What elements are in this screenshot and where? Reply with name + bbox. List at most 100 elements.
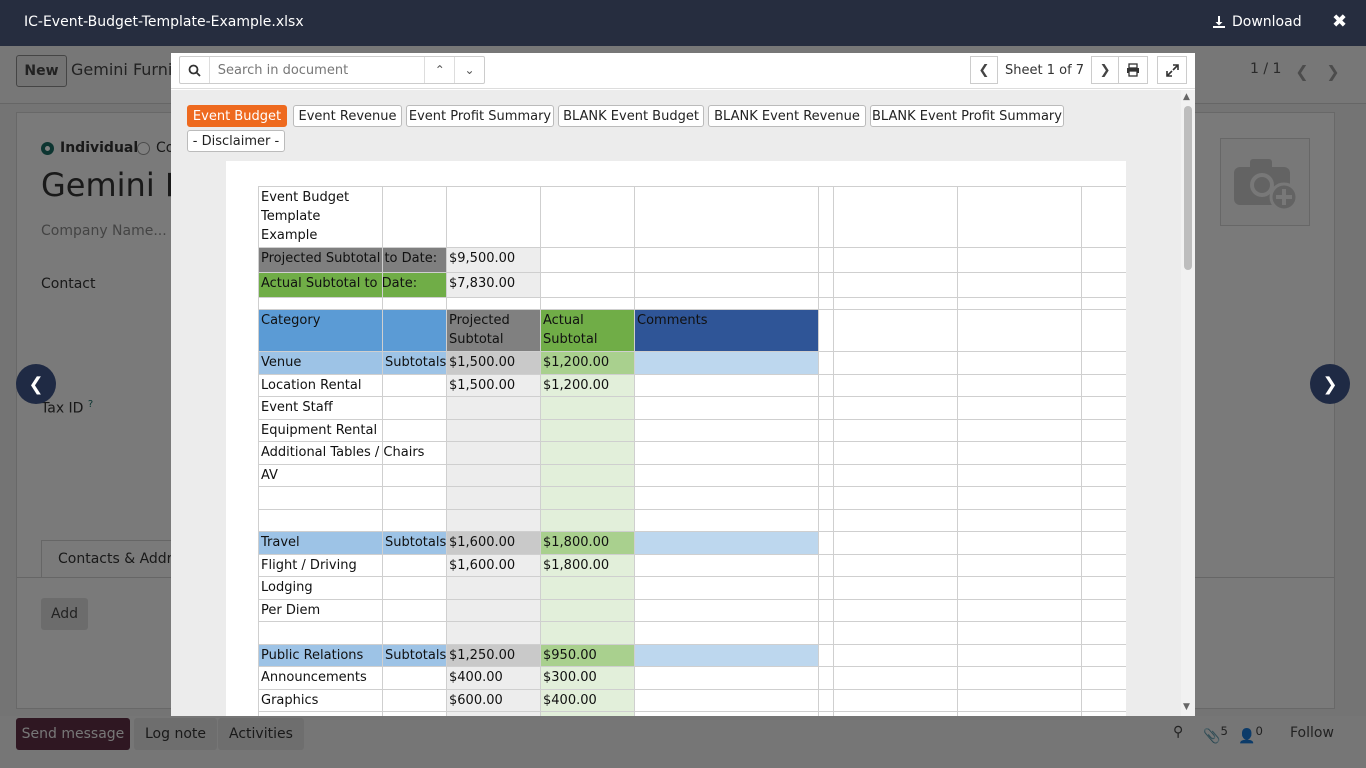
item-name[interactable]: Event Staff (258, 396, 446, 419)
item-actual[interactable]: $400.00 (540, 688, 634, 711)
item-actual[interactable] (540, 463, 634, 486)
subtotals-label[interactable]: Subtotals (382, 643, 446, 666)
fullscreen-icon[interactable] (1157, 56, 1187, 84)
file-name: IC-Event-Budget-Template-Example.xlsx (24, 14, 304, 30)
comments-header[interactable]: Comments (634, 309, 818, 351)
item-projected[interactable] (446, 441, 540, 464)
section-projected[interactable]: $1,250.00 (446, 643, 540, 666)
section-name[interactable]: Travel (258, 531, 382, 554)
item-name[interactable] (258, 621, 446, 644)
next-attachment-icon[interactable]: ❯ (1310, 364, 1350, 404)
section-actual[interactable]: $950.00 (540, 643, 634, 666)
item-name[interactable]: Flight / Driving (258, 554, 446, 577)
actual-subtotal-label[interactable]: Actual Subtotal to Date: (258, 272, 446, 297)
actual-subtotal-value[interactable]: $7,830.00 (446, 272, 540, 297)
item-name[interactable]: Equipment Rental (258, 419, 446, 442)
item-projected[interactable] (446, 508, 540, 531)
section-name[interactable]: Public Relations (258, 643, 382, 666)
grid-col-line (540, 186, 541, 716)
item-projected[interactable]: $1,500.00 (446, 373, 540, 396)
close-icon[interactable]: ✖ (1332, 11, 1347, 32)
item-actual[interactable]: $1,200.00 (540, 373, 634, 396)
tab-event-revenue[interactable]: Event Revenue (293, 105, 402, 127)
scrollbar-thumb[interactable] (1184, 106, 1192, 270)
title-cell[interactable]: Event Budget Template Example (258, 186, 382, 247)
search-input[interactable] (209, 57, 425, 83)
grid-row-line (258, 247, 1126, 248)
item-actual[interactable] (540, 418, 634, 441)
vertical-scrollbar[interactable]: ▲ ▼ (1181, 90, 1195, 716)
tab-blank-event-budget[interactable]: BLANK Event Budget (558, 105, 704, 127)
projected-header[interactable]: Projected Subtotal (446, 309, 540, 351)
section-projected[interactable]: $1,600.00 (446, 531, 540, 554)
grid-row-line (258, 531, 1126, 532)
item-projected[interactable] (446, 598, 540, 621)
tab-event-budget[interactable]: Event Budget (187, 105, 287, 127)
item-projected[interactable]: $1,600.00 (446, 553, 540, 576)
item-name[interactable]: Announcements (258, 666, 446, 689)
item-name[interactable]: Graphics (258, 689, 446, 712)
item-name[interactable]: Lodging (258, 576, 446, 599)
grid-row-line (258, 441, 1126, 442)
section-actual[interactable]: $1,200.00 (540, 351, 634, 374)
search-icon[interactable] (180, 57, 210, 83)
item-projected[interactable] (446, 486, 540, 509)
search-next-icon[interactable]: ⌄ (454, 57, 484, 83)
print-icon[interactable] (1118, 56, 1148, 84)
tab-blank-event-profit-summary[interactable]: BLANK Event Profit Summary (870, 105, 1064, 127)
section-projected[interactable]: $1,500.00 (446, 351, 540, 374)
item-projected[interactable] (446, 418, 540, 441)
sheet-prev-icon[interactable]: ❮ (970, 56, 998, 84)
sheet-content: Event Budget Event Revenue Event Profit … (171, 90, 1181, 716)
title-line: Event Budget (261, 190, 350, 205)
item-projected[interactable] (446, 576, 540, 599)
item-actual[interactable]: $1,800.00 (540, 553, 634, 576)
tab-disclaimer[interactable]: - Disclaimer - (187, 130, 285, 152)
actual-header[interactable]: Actual Subtotal (540, 309, 634, 351)
category-header[interactable]: Category (258, 309, 446, 351)
item-name[interactable]: Per Diem (258, 599, 446, 622)
viewer-toolbar: ⌃ ⌄ ❮ Sheet 1 of 7 ❯ (171, 53, 1195, 89)
item-name[interactable]: Location Rental (258, 374, 446, 397)
item-actual[interactable] (540, 576, 634, 599)
section-comments[interactable] (634, 643, 818, 666)
attachment-viewer-header: IC-Event-Budget-Template-Example.xlsx Do… (0, 0, 1366, 46)
item-projected[interactable]: $400.00 (446, 666, 540, 689)
tab-event-profit-summary[interactable]: Event Profit Summary (406, 105, 554, 127)
section-comments[interactable] (634, 531, 818, 554)
item-name[interactable] (258, 509, 446, 532)
subtotals-label[interactable]: Subtotals (382, 531, 446, 554)
projected-subtotal-label[interactable]: Projected Subtotal to Date: (258, 247, 446, 272)
section-comments[interactable] (634, 351, 818, 374)
subtotals-label[interactable]: Subtotals (382, 351, 446, 374)
item-projected[interactable] (446, 463, 540, 486)
item-projected[interactable] (446, 621, 540, 644)
grid-row-line (258, 297, 1126, 298)
download-label: Download (1232, 14, 1302, 30)
item-actual[interactable] (540, 598, 634, 621)
search-prev-icon[interactable]: ⌃ (424, 57, 454, 83)
section-name[interactable]: Venue (258, 351, 382, 374)
grid-col-line (957, 186, 958, 716)
section-actual[interactable]: $1,800.00 (540, 531, 634, 554)
projected-subtotal-value[interactable]: $9,500.00 (446, 247, 540, 272)
item-actual[interactable] (540, 508, 634, 531)
item-name[interactable]: AV (258, 464, 446, 487)
grid-col-line (833, 186, 834, 716)
scroll-up-icon[interactable]: ▲ (1183, 92, 1190, 102)
item-actual[interactable] (540, 486, 634, 509)
item-actual[interactable]: $300.00 (540, 666, 634, 689)
item-actual[interactable] (540, 441, 634, 464)
tab-blank-event-revenue[interactable]: BLANK Event Revenue (708, 105, 866, 127)
download-button[interactable]: Download (1212, 14, 1302, 30)
prev-attachment-icon[interactable]: ❮ (16, 364, 56, 404)
download-icon (1213, 16, 1225, 28)
item-name[interactable]: Additional Tables / Chairs (258, 441, 446, 464)
item-name[interactable] (258, 486, 446, 509)
item-projected[interactable] (446, 396, 540, 419)
sheet-next-icon[interactable]: ❯ (1091, 56, 1120, 84)
scroll-down-icon[interactable]: ▼ (1183, 702, 1190, 712)
item-projected[interactable]: $600.00 (446, 688, 540, 711)
item-actual[interactable] (540, 621, 634, 644)
item-actual[interactable] (540, 396, 634, 419)
